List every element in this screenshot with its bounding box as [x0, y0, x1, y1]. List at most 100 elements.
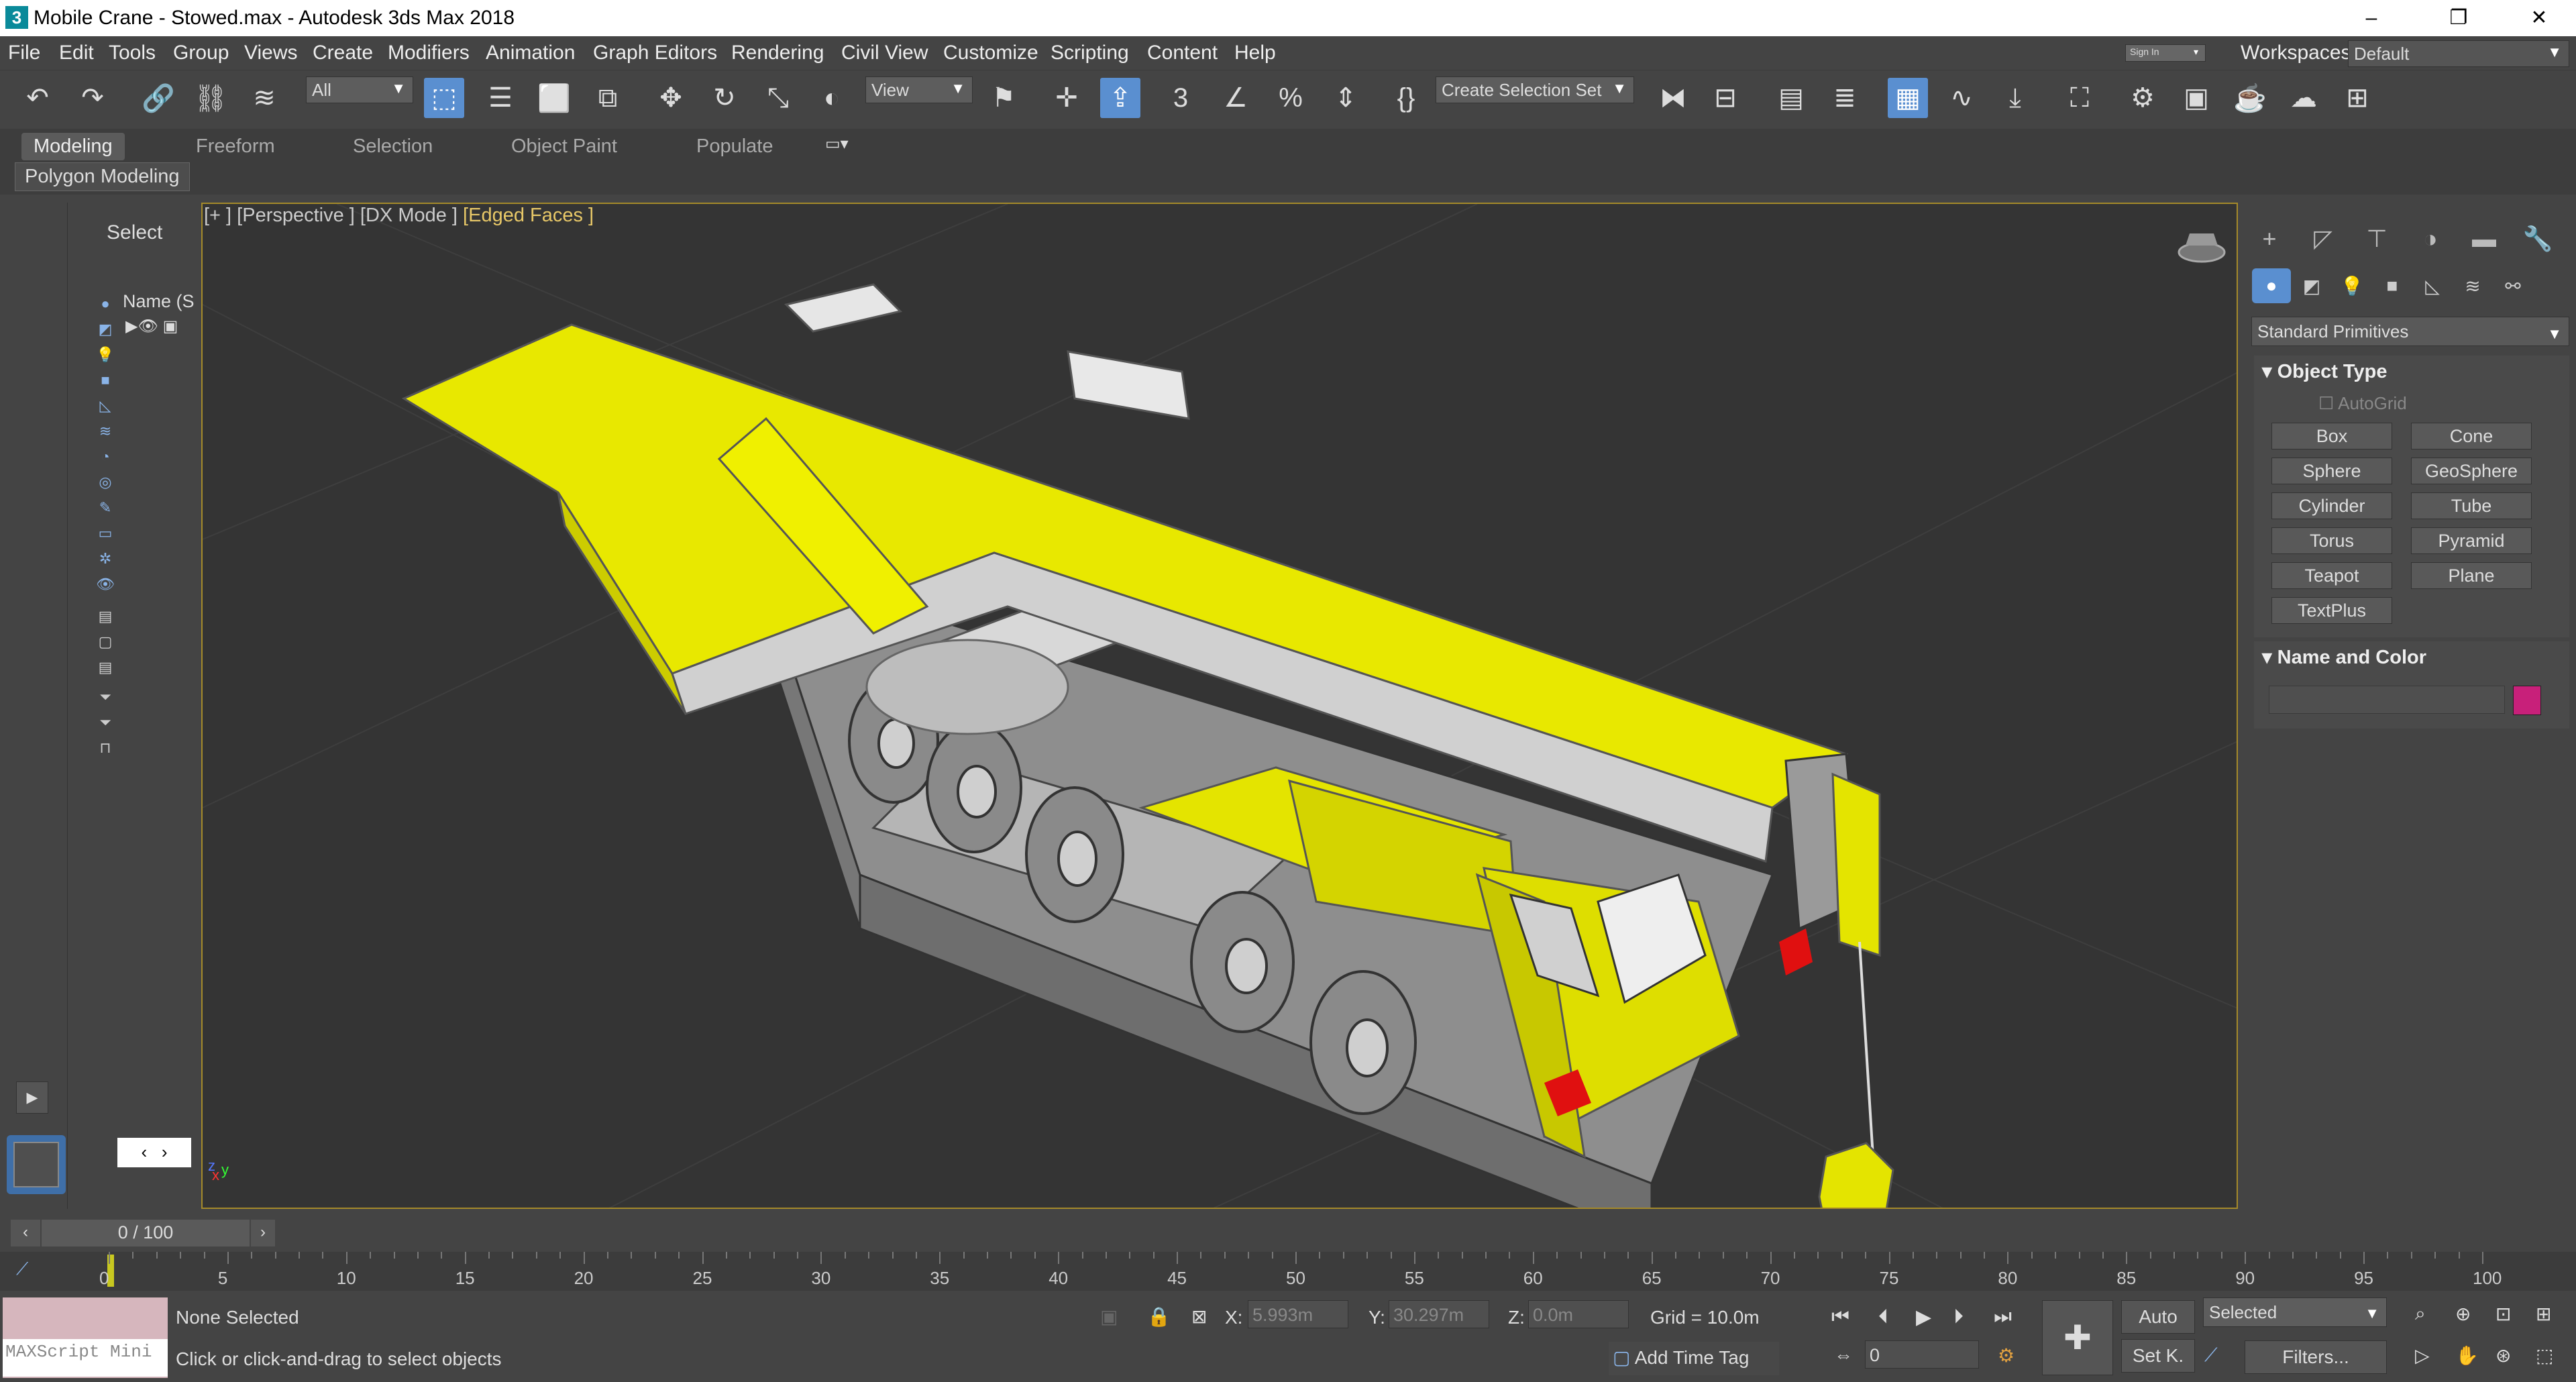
rotate-icon[interactable]: ↻ [704, 78, 745, 118]
display-bones-icon[interactable]: ✎ [95, 499, 115, 518]
cameras-category-icon[interactable]: ■ [2373, 268, 2412, 303]
spacewarps-category-icon[interactable]: ≋ [2453, 268, 2492, 303]
next-frame-icon[interactable]: ⏵ [1953, 1306, 1964, 1328]
torus-button[interactable]: Torus [2271, 527, 2392, 554]
toggle-ribbon-icon[interactable]: ▦ [1888, 78, 1928, 118]
render-setup-icon[interactable]: ⚙ [2123, 78, 2163, 118]
redo-icon[interactable]: ↷ [72, 78, 113, 118]
display-groups-icon[interactable]: ◔ [95, 448, 115, 467]
time-slider-next-icon[interactable]: › [251, 1220, 275, 1246]
systems-category-icon[interactable]: ⚯ [2493, 268, 2532, 303]
box-button[interactable]: Box [2271, 423, 2392, 449]
previous-frame-icon[interactable]: ⏴ [1878, 1306, 1888, 1328]
angle-snap-icon[interactable]: ∠ [1216, 78, 1256, 118]
hierarchy-tab-icon[interactable]: ⊤ [2353, 219, 2400, 259]
geometry-category-icon[interactable]: ● [2252, 268, 2291, 303]
time-configuration-icon[interactable]: ⚙ [1998, 1344, 2015, 1367]
render-in-cloud-icon[interactable]: ☁ [2284, 78, 2324, 118]
maximize-viewport-icon[interactable]: ⬚ [2536, 1344, 2553, 1367]
rendered-frame-window-icon[interactable]: ▣ [2176, 78, 2216, 118]
menu-group[interactable]: Group [173, 42, 229, 64]
edit-named-selection-icon[interactable]: {} [1386, 78, 1426, 118]
set-key-button[interactable]: ✚ [2042, 1300, 2113, 1375]
undo-icon[interactable]: ↶ [17, 78, 58, 118]
display-spacewarps-icon[interactable]: ≋ [95, 423, 115, 441]
selection-set-dropdown[interactable]: Selected ▼ [2203, 1297, 2387, 1327]
menu-views[interactable]: Views [244, 42, 297, 64]
perspective-viewport[interactable]: x y z [201, 203, 2238, 1209]
menu-rendering[interactable]: Rendering [731, 42, 824, 64]
go-to-start-icon[interactable]: ⏮ [1831, 1306, 1849, 1328]
expand-layouts-icon[interactable]: ▶ [16, 1081, 48, 1114]
display-helpers-icon[interactable]: ◺ [95, 397, 115, 416]
tab-freeform[interactable]: Freeform [184, 133, 287, 160]
tab-selection[interactable]: Selection [341, 133, 445, 160]
menu-content[interactable]: Content [1147, 42, 1218, 64]
default-in-out-tangents-icon[interactable]: ⟋ [2204, 1344, 2218, 1367]
mirror-icon[interactable]: ⧓ [1653, 78, 1693, 118]
list-view-icon[interactable]: ▤ [95, 608, 115, 627]
display-cameras-icon[interactable]: ■ [95, 372, 115, 390]
tab-modeling[interactable]: Modeling [21, 133, 125, 160]
selection-lock-icon[interactable]: 🔒 [1147, 1306, 1171, 1328]
lights-category-icon[interactable]: 💡 [2332, 268, 2371, 303]
display-xrefs-icon[interactable]: ◎ [95, 474, 115, 492]
geosphere-button[interactable]: GeoSphere [2411, 458, 2532, 484]
create-tab-icon[interactable]: + [2246, 219, 2293, 259]
maxscript-mini-field[interactable]: MAXScript Mini [3, 1339, 168, 1377]
menu-create[interactable]: Create [313, 42, 373, 64]
move-icon[interactable]: ✥ [651, 78, 691, 118]
menu-animation[interactable]: Animation [486, 42, 575, 64]
pan-view-icon[interactable]: ✋ [2455, 1344, 2479, 1367]
menu-customize[interactable]: Customize [943, 42, 1038, 64]
toggle-scene-explorer-icon[interactable]: ▤ [1771, 78, 1811, 118]
tab-populate[interactable]: Populate [684, 133, 786, 160]
select-manipulate-icon[interactable]: ✛ [1046, 78, 1087, 118]
select-by-name-icon[interactable]: ☰ [480, 78, 521, 118]
menu-scripting[interactable]: Scripting [1051, 42, 1129, 64]
close-button[interactable]: ✕ [2502, 0, 2576, 36]
restore-button[interactable]: ❐ [2422, 0, 2496, 36]
object-category-dropdown[interactable]: Standard Primitives ▼ [2251, 317, 2569, 346]
scene-root-row[interactable]: ▶👁 ▣ [125, 317, 178, 336]
cylinder-button[interactable]: Cylinder [2271, 492, 2392, 519]
menu-edit[interactable]: Edit [59, 42, 94, 64]
tab-object-paint[interactable]: Object Paint [499, 133, 629, 160]
zoom-all-icon[interactable]: ⊕ [2455, 1303, 2471, 1325]
explorer-scroll-arrows[interactable]: ‹ › [117, 1138, 191, 1167]
window-crossing-icon[interactable]: ⧉ [588, 78, 628, 118]
textplus-button[interactable]: TextPlus [2271, 597, 2392, 624]
viewport-shading-menu[interactable]: [Edged Faces ] [463, 205, 594, 226]
object-color-swatch[interactable] [2513, 686, 2541, 715]
play-icon[interactable]: ▶ [1916, 1306, 1931, 1329]
viewport-mode-menu[interactable]: [DX Mode ] [360, 205, 458, 226]
go-to-end-icon[interactable]: ⏭ [1994, 1306, 2012, 1328]
display-lights-icon[interactable]: 💡 [95, 346, 115, 365]
material-editor-icon[interactable]: ⛶ [2059, 78, 2100, 118]
selection-filter-dropdown[interactable]: All ▼ [306, 76, 413, 103]
menu-file[interactable]: File [8, 42, 40, 64]
snaps-toggle-icon[interactable]: 3 [1161, 78, 1201, 118]
menu-graph-editors[interactable]: Graph Editors [593, 42, 717, 64]
viewport-point-of-view-menu[interactable]: [Perspective ] [237, 205, 355, 226]
time-slider-thumb[interactable]: 0 / 100 [42, 1220, 250, 1246]
pyramid-button[interactable]: Pyramid [2411, 527, 2532, 554]
object-type-header[interactable]: ▾ Object Type [2254, 356, 2569, 387]
app-icon[interactable]: 3 [5, 6, 28, 29]
display-all-icon[interactable]: 👁 [95, 576, 115, 594]
zoom-icon[interactable]: ⌕ [2415, 1303, 2426, 1325]
viewport-general-menu[interactable]: [+ ] [204, 205, 231, 226]
tube-button[interactable]: Tube [2411, 492, 2532, 519]
shapes-category-icon[interactable]: ◩ [2292, 268, 2331, 303]
workspace-dropdown[interactable]: Default ▼ [2348, 40, 2569, 67]
select-all-icon[interactable]: ▢ [95, 633, 115, 652]
display-containers-icon[interactable]: ▭ [95, 525, 115, 543]
filter-selected-icon[interactable]: ⏷ [95, 688, 115, 707]
scale-icon[interactable]: ⤡ [758, 78, 798, 118]
place-icon[interactable]: ◐ [812, 78, 852, 118]
bind-space-warp-icon[interactable]: ≋ [244, 78, 284, 118]
link-icon[interactable]: 🔗 [138, 78, 178, 118]
plane-button[interactable]: Plane [2411, 562, 2532, 589]
y-coordinate-field[interactable]: 30.297m [1389, 1300, 1489, 1328]
maxscript-listener[interactable]: MAXScript Mini [3, 1297, 168, 1378]
